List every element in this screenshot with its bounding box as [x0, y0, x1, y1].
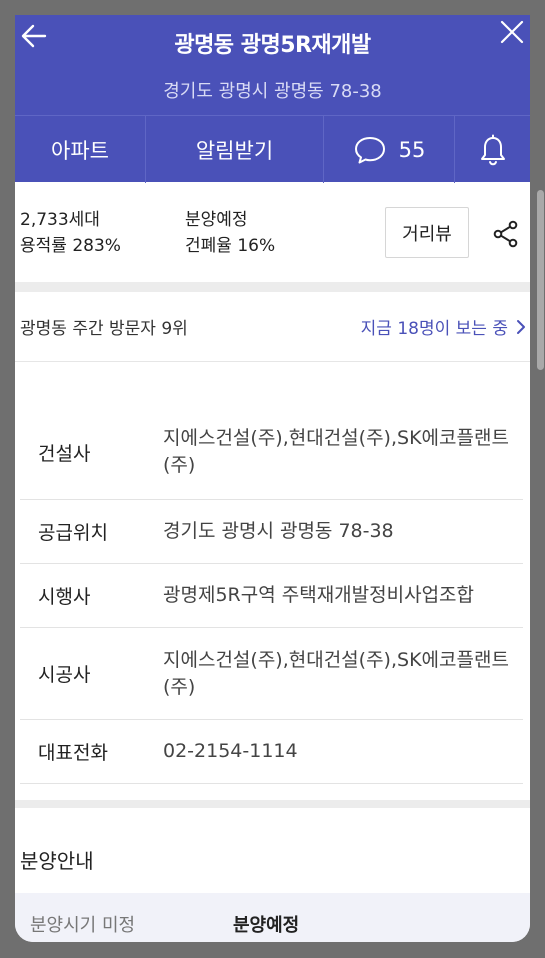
comment-icon: [354, 136, 385, 163]
tab-apartment[interactable]: 아파트: [15, 116, 146, 183]
tab-apartment-label: 아파트: [51, 138, 109, 163]
info-value: 경기도 광명시 광명동 78-38: [163, 520, 394, 542]
sale-info-row: 분양시기 미정 분양예정: [15, 893, 530, 942]
floor-area-ratio: 용적률 283%: [20, 236, 121, 256]
detail-sheet: 광명동 광명5R재개발 경기도 광명시 광명동 78-38 아파트 알림받기 5…: [15, 15, 530, 942]
viewers-now-label: 지금 18명이 보는 중: [360, 319, 508, 339]
households: 2,733세대: [20, 210, 100, 230]
tab-notifications[interactable]: [455, 116, 530, 183]
comment-count: 55: [398, 137, 426, 162]
info-key: 건설사: [38, 442, 91, 465]
scrollbar-thumb[interactable]: [537, 190, 544, 370]
info-value: 02-2154-1114: [163, 740, 298, 762]
page-address: 경기도 광명시 광명동 78-38: [163, 81, 382, 102]
info-row: 대표전화 02-2154-1114: [20, 720, 523, 784]
info-value: 지에스건설(주),현대건설(주),SK에코플랜트(주): [163, 427, 509, 476]
section-divider: [15, 282, 530, 292]
section-divider: [15, 800, 530, 808]
info-key: 대표전화: [38, 742, 108, 764]
visitor-rank: 광명동 주간 방문자 9위: [20, 319, 188, 339]
share-icon[interactable]: [493, 220, 519, 248]
sale-timing: 분양시기 미정: [30, 915, 136, 936]
visitors-bar[interactable]: 광명동 주간 방문자 9위 지금 18명이 보는 중: [15, 292, 530, 362]
header: 광명동 광명5R재개발 경기도 광명시 광명동 78-38 아파트 알림받기 5…: [15, 15, 530, 183]
viewers-now-link[interactable]: 지금 18명이 보는 중: [361, 314, 526, 339]
sale-status: 분양예정: [185, 210, 248, 230]
info-key: 시행사: [38, 586, 91, 608]
tab-alarm-label: 알림받기: [195, 138, 274, 163]
page-title: 광명동 광명5R재개발: [174, 33, 371, 58]
summary: 2,733세대 용적률 283% 분양예정 건폐율 16% 거리뷰: [15, 182, 530, 282]
info-value: 지에스건설(주),현대건설(주),SK에코플랜트(주): [163, 648, 509, 698]
sale-status-value: 분양예정: [233, 915, 300, 936]
distance-view-button[interactable]: 거리뷰: [385, 207, 469, 258]
sale-section-title: 분양안내: [20, 849, 94, 873]
info-key: 시공사: [38, 664, 91, 686]
bell-icon: [480, 134, 505, 165]
tab-alarm[interactable]: 알림받기: [146, 116, 324, 183]
close-icon[interactable]: [499, 19, 525, 45]
tab-comments[interactable]: 55: [324, 116, 455, 183]
info-row: 시행사 광명제5R구역 주택재개발정비사업조합: [20, 564, 523, 628]
action-tabs: 아파트 알림받기 55: [15, 115, 530, 183]
chevron-right-icon: [517, 319, 525, 334]
info-row: 시공사 지에스건설(주),현대건설(주),SK에코플랜트(주): [20, 628, 523, 720]
info-row: 공급위치 경기도 광명시 광명동 78-38: [20, 500, 523, 564]
info-table: 건설사 지에스건설(주),현대건설(주),SK에코플랜트(주) 공급위치 경기도…: [20, 405, 523, 784]
building-coverage: 건폐율 16%: [185, 236, 276, 256]
info-row: 건설사 지에스건설(주),현대건설(주),SK에코플랜트(주): [20, 405, 523, 500]
info-value: 광명제5R구역 주택재개발정비사업조합: [163, 584, 475, 606]
info-key: 공급위치: [38, 522, 108, 544]
